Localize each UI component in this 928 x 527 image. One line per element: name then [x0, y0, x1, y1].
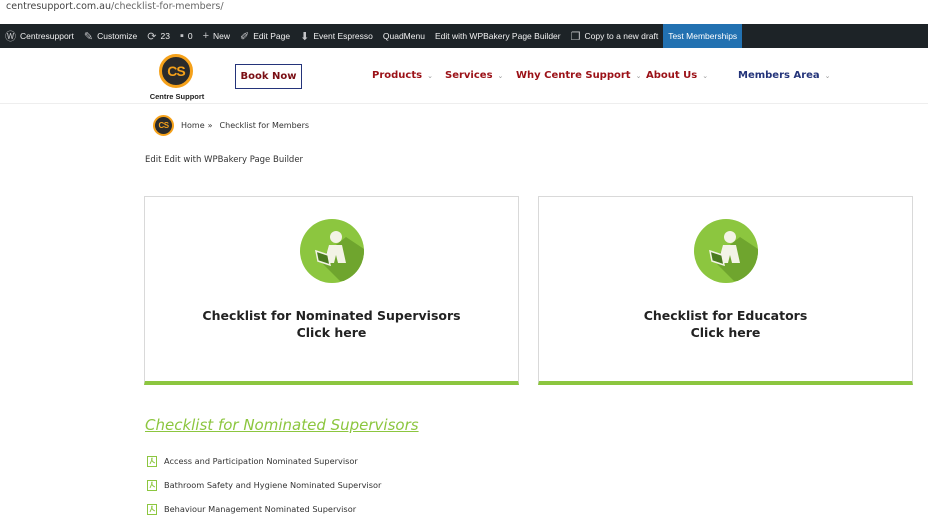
adminbar-item-edit-page[interactable]: ✐ Edit Page	[235, 24, 295, 48]
nav-item-products[interactable]: Products ⌄	[372, 70, 433, 81]
card-title[interactable]: Checklist for Educators Click here	[539, 307, 912, 341]
card-title[interactable]: Checklist for Nominated Supervisors Clic…	[145, 307, 518, 341]
breadcrumb-logo-icon: CS	[153, 114, 174, 136]
pdf-icon	[147, 479, 157, 491]
nav-item-why-centre-support[interactable]: Why Centre Support ⌄	[516, 70, 641, 81]
wordpress-icon: Ⓦ	[5, 31, 16, 43]
nav-item-members-area[interactable]: Members Area ⌄	[738, 70, 831, 81]
edit-links[interactable]: Edit Edit with WPBakery Page Builder	[145, 155, 303, 165]
address-bar[interactable]: centresupport.com.au/checklist-for-membe…	[0, 0, 928, 24]
adminbar-label: Customize	[97, 31, 138, 41]
adminbar-label: Event Espresso	[313, 31, 373, 41]
adminbar-label: 23	[160, 31, 170, 41]
comments-icon: ▪	[179, 30, 184, 42]
section-heading-link[interactable]: Checklist for Nominated Supervisors	[145, 416, 419, 434]
breadcrumb-current: Checklist for Members	[219, 120, 310, 130]
book-now-button[interactable]: Book Now	[235, 64, 302, 89]
pdf-icon	[147, 503, 157, 515]
nav-item-services[interactable]: Services ⌄	[445, 70, 503, 81]
adminbar-label: Centresupport	[20, 31, 74, 41]
plus-icon: +	[202, 30, 210, 42]
adminbar-item-customize[interactable]: ✎ Customize	[79, 24, 142, 48]
adminbar-label: 0	[187, 31, 193, 41]
document-list: Access and Participation Nominated Super…	[147, 455, 381, 527]
chevron-down-icon: ⌄	[427, 71, 433, 80]
wp-admin-bar: Ⓦ Centresupport ✎ Customize ⟳ 23 ▪ 0 + New ✐ Edit P…	[0, 24, 928, 48]
adminbar-item-centresupport[interactable]: Ⓦ Centresupport	[0, 24, 79, 48]
url-text[interactable]: centresupport.com.au/checklist-for-membe…	[6, 1, 224, 12]
reader-icon	[694, 219, 758, 283]
adminbar-item-edit-with-wpbakery-page-builder[interactable]: Edit with WPBakery Page Builder	[430, 24, 566, 48]
adminbar-label: Test Memberships	[668, 31, 738, 41]
nav-item-about-us[interactable]: About Us ⌄	[646, 70, 708, 81]
adminbar-label: New	[213, 31, 231, 41]
updates-icon: ⟳	[147, 30, 157, 43]
pencil-icon: ✐	[240, 30, 250, 43]
list-item[interactable]: Access and Participation Nominated Super…	[147, 455, 381, 467]
chevron-down-icon: ⌄	[824, 71, 831, 80]
breadcrumb-home-link[interactable]: Home	[181, 121, 205, 130]
list-item[interactable]: Behaviour Management Nominated Superviso…	[147, 503, 381, 515]
logo-text: Centre Support	[149, 92, 205, 101]
event-espresso-icon: ⬇	[300, 30, 310, 43]
list-item[interactable]: Bathroom Safety and Hygiene Nominated Su…	[147, 479, 381, 491]
logo-badge: CS	[159, 54, 193, 88]
site-logo[interactable]: CS Centre Support	[145, 54, 209, 102]
chevron-down-icon: ⌄	[635, 71, 642, 80]
adminbar-item-quadmenu[interactable]: QuadMenu	[378, 24, 430, 48]
chevron-down-icon: ⌄	[497, 71, 504, 80]
card-nominated-supervisors[interactable]: Checklist for Nominated Supervisors Clic…	[144, 196, 519, 385]
adminbar-label: Edit with WPBakery Page Builder	[434, 31, 561, 41]
pdf-icon	[147, 455, 157, 467]
adminbar-item-event-espresso[interactable]: ⬇ Event Espresso	[295, 24, 378, 48]
site-header: CS Centre Support Book Now Products ⌄ Ser…	[0, 48, 928, 104]
adminbar-label: QuadMenu	[382, 31, 425, 41]
breadcrumb: CS Home » Checklist for Members	[153, 114, 309, 136]
reader-icon	[300, 219, 364, 283]
card-educators[interactable]: Checklist for Educators Click here	[538, 196, 913, 385]
adminbar-item-test-memberships[interactable]: Test Memberships	[663, 24, 743, 48]
adminbar-label: Copy to a new draft	[584, 31, 659, 41]
adminbar-item-23[interactable]: ⟳ 23	[142, 24, 175, 48]
adminbar-item-new[interactable]: + New	[198, 24, 235, 48]
brush-icon: ✎	[83, 30, 94, 43]
adminbar-item-copy-to-a-new-draft[interactable]: ❐ Copy to a new draft	[566, 24, 664, 48]
adminbar-item-0[interactable]: ▪ 0	[175, 24, 198, 48]
chevron-down-icon: ⌄	[702, 71, 709, 80]
breadcrumb-separator: »	[207, 120, 213, 130]
copy-icon: ❐	[570, 30, 581, 43]
adminbar-label: Edit Page	[253, 31, 291, 41]
